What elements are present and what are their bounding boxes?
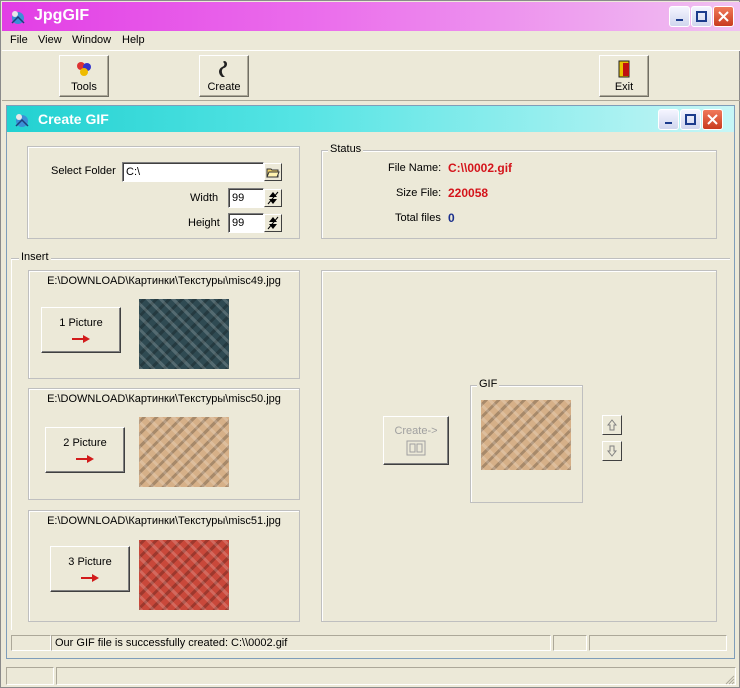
height-spinner[interactable] bbox=[264, 214, 282, 232]
child-app-icon bbox=[15, 114, 29, 127]
picture-panel-3: E:\DOWNLOAD\Картинки\Текстуры\misc51.jpg… bbox=[28, 510, 300, 622]
picture-3-thumbnail bbox=[139, 540, 229, 610]
move-up-button[interactable] bbox=[602, 415, 622, 435]
status-group-label: Status bbox=[328, 143, 364, 155]
exit-label: Exit bbox=[614, 81, 634, 93]
height-label: Height bbox=[188, 217, 220, 229]
browse-folder-button[interactable] bbox=[264, 163, 282, 181]
toolbar: Tools Create Exit bbox=[2, 50, 740, 101]
total-files-value: 0 bbox=[448, 211, 455, 225]
menu-view[interactable]: View bbox=[38, 34, 62, 46]
picture-path-2: E:\DOWNLOAD\Картинки\Текстуры\misc50.jpg bbox=[47, 393, 281, 405]
create-gif-button[interactable]: Create-> bbox=[383, 416, 449, 465]
close-icon bbox=[707, 114, 718, 125]
gif-group-label: GIF bbox=[477, 378, 500, 390]
picture-panel-1: E:\DOWNLOAD\Картинки\Текстуры\misc49.jpg… bbox=[28, 270, 300, 379]
app-title: JpgGIF bbox=[34, 7, 90, 24]
height-input[interactable] bbox=[228, 213, 264, 233]
width-label: Width bbox=[190, 192, 219, 204]
total-files-label: Total files bbox=[395, 212, 441, 224]
main-status-cell-2 bbox=[56, 667, 736, 685]
picture-2-thumbnail bbox=[139, 417, 229, 487]
width-spinner[interactable] bbox=[264, 189, 282, 207]
create-gif-window: Create GIF Select Folder Width bbox=[6, 105, 735, 659]
picture-1-thumbnail bbox=[139, 299, 229, 369]
child-title: Create GIF bbox=[38, 111, 109, 127]
picture-panel-2: E:\DOWNLOAD\Картинки\Текстуры\misc50.jpg… bbox=[28, 388, 300, 500]
menu-bar: File View Window Help bbox=[2, 31, 740, 50]
picture-path-1: E:\DOWNLOAD\Картинки\Текстуры\misc49.jpg bbox=[47, 275, 281, 287]
picture-1-button[interactable]: 1 Picture bbox=[41, 307, 121, 353]
child-status-cell-1 bbox=[11, 635, 51, 651]
arrow-right-icon bbox=[81, 574, 99, 582]
exit-door-icon bbox=[618, 60, 630, 78]
child-status-message: Our GIF file is successfully created: C:… bbox=[51, 635, 551, 651]
settings-group: Select Folder Width Height bbox=[27, 146, 300, 239]
arrow-down-icon bbox=[607, 445, 617, 457]
gif-preview-group: GIF bbox=[470, 378, 583, 503]
arrow-right-icon bbox=[76, 455, 94, 463]
picture-3-button[interactable]: 3 Picture bbox=[50, 546, 130, 592]
select-folder-label: Select Folder bbox=[51, 165, 116, 177]
minimize-icon bbox=[675, 18, 683, 21]
arrow-right-icon bbox=[72, 335, 90, 343]
child-minimize-button[interactable] bbox=[658, 109, 679, 130]
menu-window[interactable]: Window bbox=[72, 34, 111, 46]
size-file-value: 220058 bbox=[448, 186, 489, 200]
maximize-button[interactable] bbox=[691, 6, 712, 27]
exit-button[interactable]: Exit bbox=[599, 55, 649, 97]
tools-label: Tools bbox=[71, 81, 97, 93]
close-icon bbox=[718, 11, 729, 22]
tools-button[interactable]: Tools bbox=[59, 55, 109, 97]
app-icon bbox=[11, 11, 25, 24]
create-gif-label: Create-> bbox=[394, 425, 438, 437]
file-name-value: C:\\0002.gif bbox=[448, 161, 513, 175]
status-group: Status File Name: C:\\0002.gif Size File… bbox=[321, 143, 717, 239]
create-icon bbox=[219, 61, 227, 77]
child-status-cell-4 bbox=[589, 635, 727, 651]
create-label: Create bbox=[207, 81, 241, 93]
folder-open-icon bbox=[266, 168, 280, 178]
close-button[interactable] bbox=[713, 6, 734, 27]
picture-1-label: 1 Picture bbox=[59, 317, 103, 329]
spin-arrows-icon bbox=[267, 216, 279, 230]
child-status-cell-3 bbox=[553, 635, 587, 651]
picture-2-label: 2 Picture bbox=[63, 437, 107, 449]
spin-arrows-icon bbox=[267, 191, 279, 205]
menu-help[interactable]: Help bbox=[122, 34, 145, 46]
maximize-icon bbox=[685, 114, 696, 125]
maximize-icon bbox=[696, 11, 707, 22]
film-icon bbox=[406, 440, 426, 456]
picture-3-label: 3 Picture bbox=[68, 556, 112, 568]
main-status-cell-1 bbox=[6, 667, 54, 685]
minimize-icon bbox=[664, 121, 672, 124]
main-window: JpgGIF File View Window Help Tools Creat… bbox=[0, 0, 740, 688]
create-toolbar-button[interactable]: Create bbox=[199, 55, 249, 97]
picture-2-button[interactable]: 2 Picture bbox=[45, 427, 125, 473]
child-close-button[interactable] bbox=[702, 109, 723, 130]
title-bar[interactable]: JpgGIF bbox=[2, 2, 740, 31]
child-maximize-button[interactable] bbox=[680, 109, 701, 130]
file-name-label: File Name: bbox=[388, 162, 442, 174]
arrow-up-icon bbox=[607, 419, 617, 431]
folder-input[interactable] bbox=[122, 162, 264, 182]
menu-file[interactable]: File bbox=[10, 34, 28, 46]
tools-icon bbox=[77, 62, 91, 76]
picture-path-3: E:\DOWNLOAD\Картинки\Текстуры\misc51.jpg bbox=[47, 515, 281, 527]
resize-grip-icon[interactable] bbox=[723, 673, 735, 685]
minimize-button[interactable] bbox=[669, 6, 690, 27]
move-down-button[interactable] bbox=[602, 441, 622, 461]
insert-group-label: Insert bbox=[19, 251, 51, 263]
output-panel: Create-> GIF bbox=[321, 270, 717, 622]
gif-preview-image bbox=[481, 400, 571, 470]
width-input[interactable] bbox=[228, 188, 264, 208]
size-file-label: Size File: bbox=[396, 187, 442, 199]
child-title-bar[interactable]: Create GIF bbox=[7, 106, 734, 132]
